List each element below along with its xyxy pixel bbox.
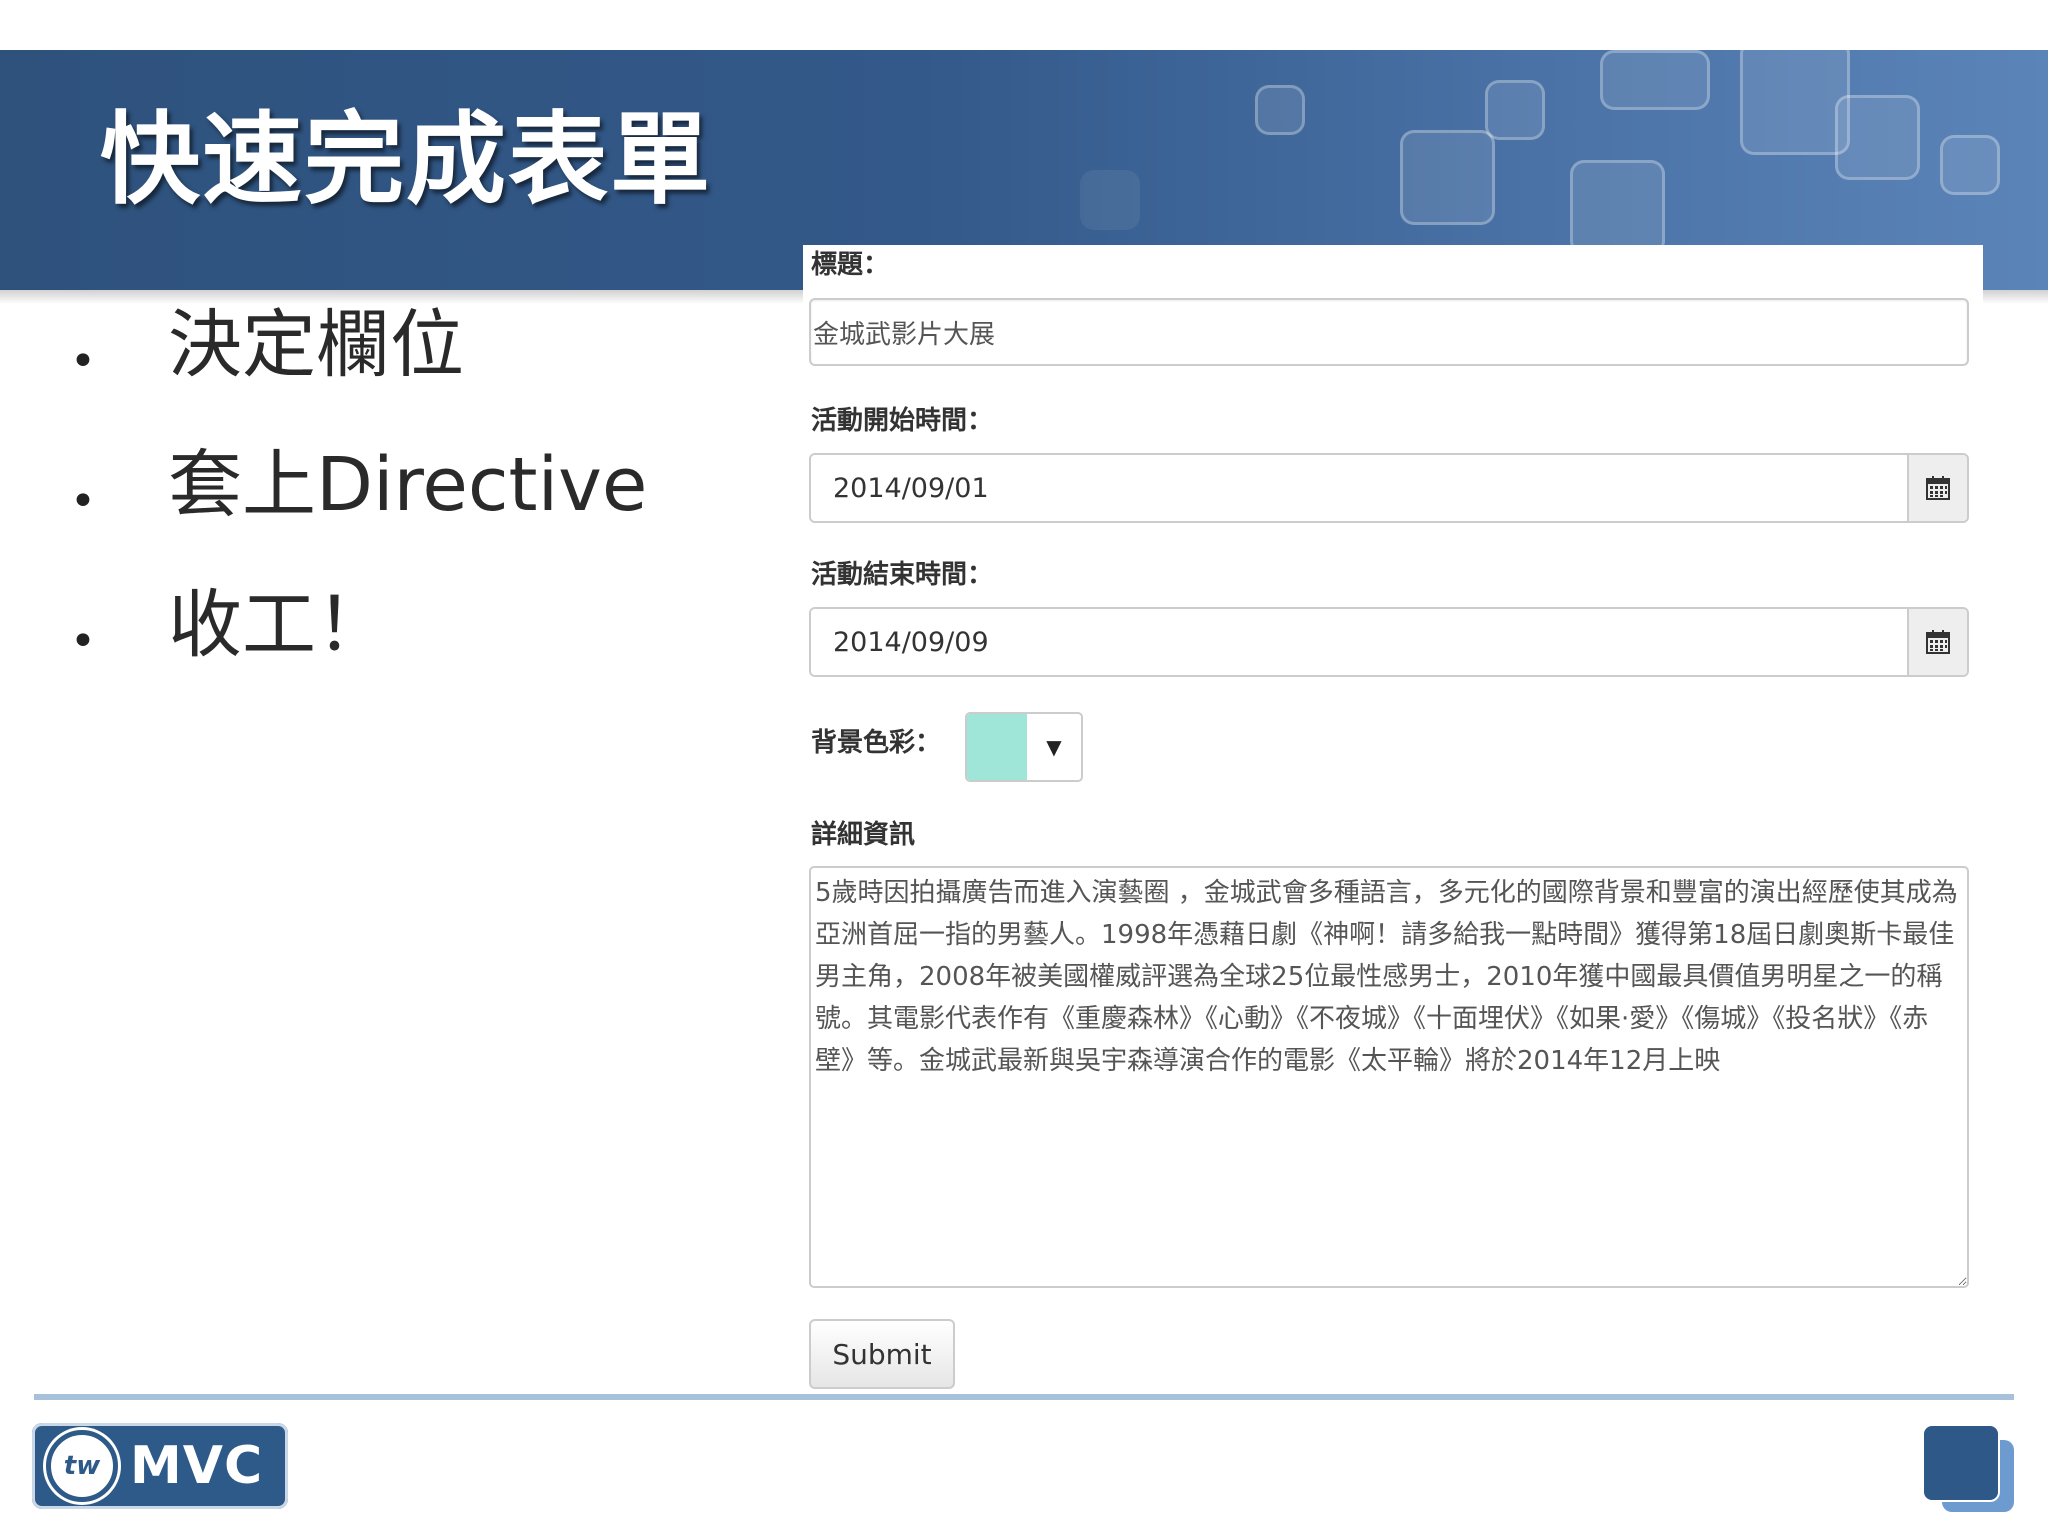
- logo-badge: tw: [46, 1430, 118, 1502]
- color-swatch: [967, 714, 1027, 780]
- color-label: 背景色彩：: [811, 728, 942, 758]
- bullet-dot-icon: •: [70, 616, 96, 667]
- calendar-icon: [1926, 630, 1950, 654]
- decorative-square: [1255, 85, 1305, 135]
- start-time-input[interactable]: [811, 455, 1907, 521]
- footer-line: [34, 1394, 2014, 1400]
- end-time-label: 活動結束時間：: [811, 560, 994, 590]
- title-input[interactable]: [809, 298, 1969, 366]
- form-panel: 標題： 活動開始時間： 活動結束時間：: [803, 245, 1983, 1400]
- end-calendar-button[interactable]: [1907, 609, 1967, 675]
- calendar-icon: [1926, 476, 1950, 500]
- start-time-group: [809, 453, 1969, 523]
- title-label: 標題：: [811, 250, 890, 280]
- decorative-square: [1740, 50, 1850, 155]
- slide-title: 快速完成表單: [100, 101, 712, 218]
- twmvc-logo: tw MVC: [32, 1423, 288, 1509]
- decorative-square: [1940, 135, 2000, 195]
- details-textarea[interactable]: 5歲時因拍攝廣告而進入演藝圈 ，金城武會多種語言，多元化的國際背景和豐富的演出經…: [809, 866, 1969, 1288]
- caret-down-icon: ▼: [1046, 735, 1062, 759]
- end-time-input[interactable]: [811, 609, 1907, 675]
- bullet-text: 套上Directive: [168, 442, 648, 528]
- start-time-label: 活動開始時間：: [811, 406, 994, 436]
- decorative-square: [1835, 95, 1920, 180]
- logo-text: MVC: [130, 1436, 264, 1496]
- start-calendar-button[interactable]: [1907, 455, 1967, 521]
- decorative-square: [1400, 130, 1495, 225]
- bullet-text: 決定欄位: [168, 302, 464, 388]
- decorative-square: [1080, 170, 1140, 230]
- end-time-group: [809, 607, 1969, 677]
- bullet-text: 收工！: [168, 582, 390, 668]
- bullet-dot-icon: •: [70, 476, 96, 527]
- color-picker[interactable]: ▼: [965, 712, 1083, 782]
- decorative-square: [1570, 160, 1665, 255]
- decorative-square: [1600, 50, 1710, 110]
- details-label: 詳細資訊: [811, 820, 916, 850]
- corner-decoration: [1922, 1424, 2000, 1502]
- decorative-square: [1485, 80, 1545, 140]
- submit-button[interactable]: Submit: [809, 1319, 955, 1389]
- bullet-dot-icon: •: [70, 336, 96, 387]
